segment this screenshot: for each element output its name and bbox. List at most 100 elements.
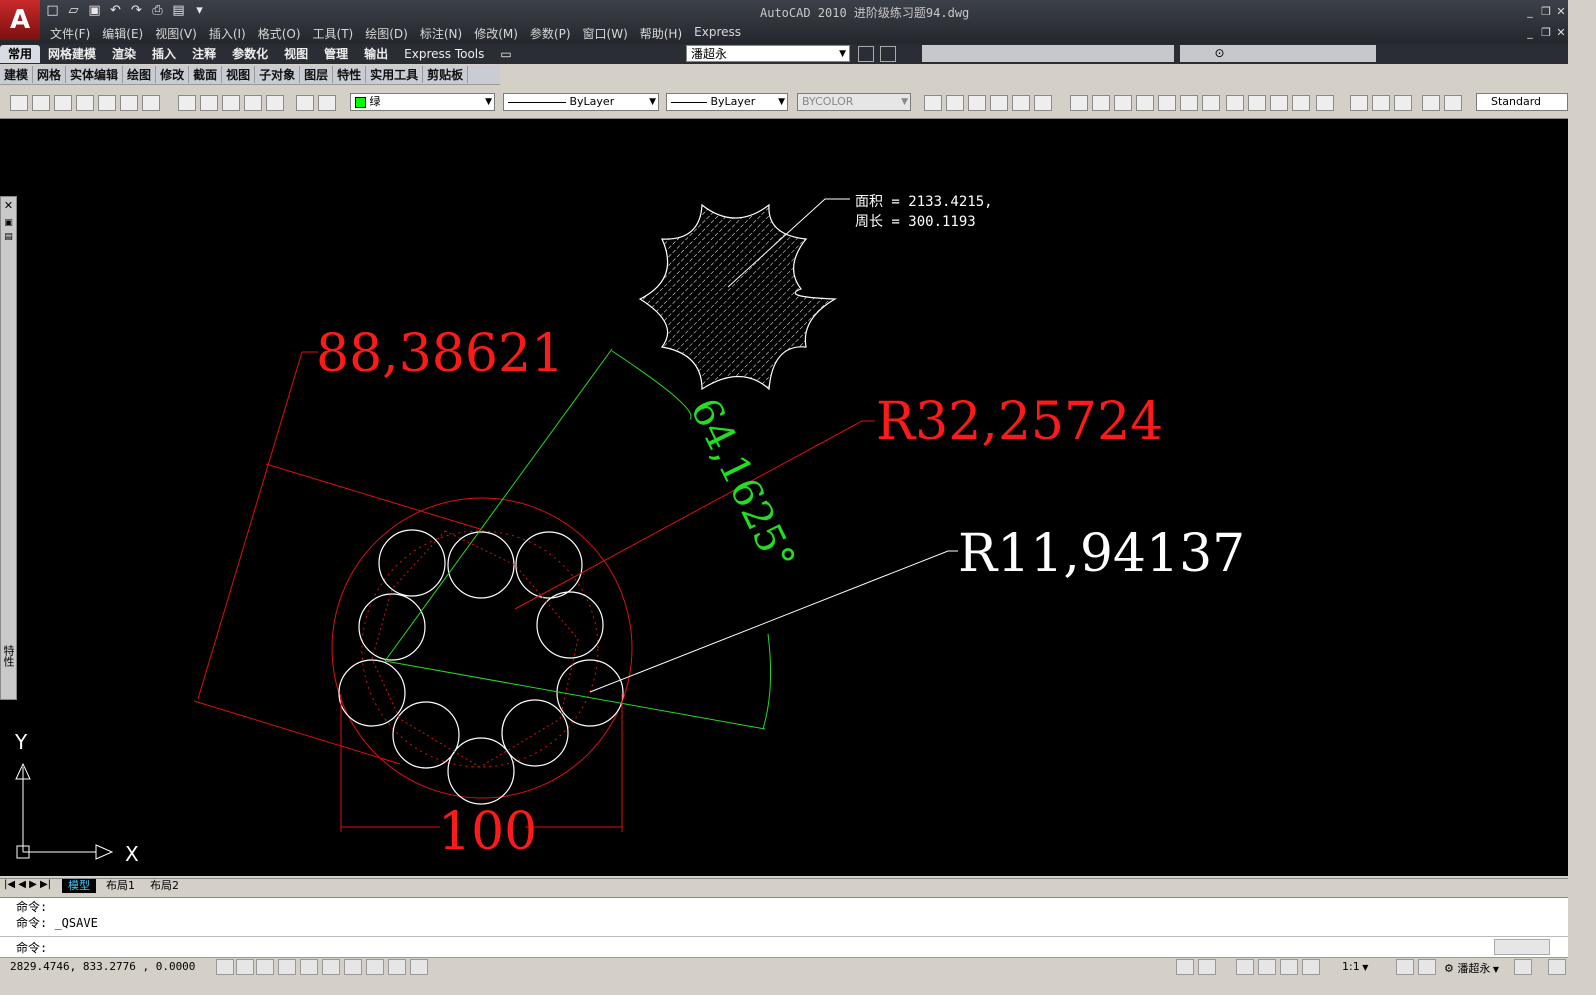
command-window[interactable]: 命令: 命令: _QSAVE 命令: xyxy=(0,897,1568,958)
cone-icon[interactable] xyxy=(76,95,94,111)
gear-icon[interactable] xyxy=(858,46,874,62)
aligned-dimension[interactable] xyxy=(193,351,481,765)
redo-icon[interactable]: ↷ xyxy=(128,3,145,19)
constraint-tangent-icon[interactable] xyxy=(1136,95,1154,111)
dynamic-ucs-icon[interactable] xyxy=(344,959,362,975)
menu-tools[interactable]: 工具(T) xyxy=(313,25,366,43)
doc-restore-icon[interactable]: ❐ xyxy=(1540,27,1552,39)
panel-properties[interactable]: 特性 xyxy=(333,66,367,83)
object-snap-tracking-icon[interactable] xyxy=(322,959,340,975)
dim-linear-icon[interactable] xyxy=(924,95,942,111)
tab-model[interactable]: 模型 xyxy=(62,879,96,893)
small-circle[interactable] xyxy=(378,529,446,597)
auto-scale-icon[interactable] xyxy=(1418,959,1436,975)
menu-format[interactable]: 格式(O) xyxy=(258,25,313,43)
plot-preview-icon[interactable]: ▤ xyxy=(170,3,187,19)
tab-manage[interactable]: 管理 xyxy=(316,45,356,63)
lock-icon[interactable] xyxy=(1316,95,1334,111)
panel-subobject[interactable]: 子对象 xyxy=(255,66,301,83)
subtract-icon[interactable] xyxy=(200,95,218,111)
dynamic-input-icon[interactable] xyxy=(366,959,384,975)
command-input[interactable]: 命令: xyxy=(16,939,47,956)
text-style-select[interactable]: Standard xyxy=(1476,93,1568,111)
menu-file[interactable]: 文件(F) xyxy=(50,25,102,43)
undo-icon[interactable]: ↶ xyxy=(107,3,124,19)
small-circle[interactable] xyxy=(447,531,515,599)
panel-modify[interactable]: 修改 xyxy=(156,66,190,83)
dim-diameter-icon[interactable] xyxy=(1034,95,1052,111)
qat-dropdown-icon[interactable]: ▾ xyxy=(191,3,208,19)
slice-icon[interactable] xyxy=(266,95,284,111)
grid-display-icon[interactable] xyxy=(236,959,254,975)
menu-window[interactable]: 窗口(W) xyxy=(583,25,640,43)
box-icon[interactable] xyxy=(10,95,28,111)
extrude-icon[interactable] xyxy=(244,95,262,111)
panel-section[interactable]: 截面 xyxy=(189,66,223,83)
menu-modify[interactable]: 修改(M) xyxy=(474,25,530,43)
tab-output[interactable]: 输出 xyxy=(356,45,396,63)
tab-express-tools[interactable]: Express Tools xyxy=(396,45,492,63)
menu-insert[interactable]: 插入(I) xyxy=(209,25,258,43)
ribbon-minimize-icon[interactable]: ▭ xyxy=(492,45,519,63)
menu-parametric[interactable]: 参数(P) xyxy=(530,25,583,43)
menu-view[interactable]: 视图(V) xyxy=(155,25,209,43)
hatched-star-region[interactable] xyxy=(638,203,838,391)
spline-icon[interactable] xyxy=(1350,95,1368,111)
tab-view[interactable]: 视图 xyxy=(276,45,316,63)
close-icon[interactable]: ✕ xyxy=(1,199,16,212)
tab-scroll-arrows[interactable]: |◀ ◀ ▶ ▶| xyxy=(4,879,51,890)
application-menu-button[interactable]: A xyxy=(0,0,40,40)
constraint-symmetric-icon[interactable] xyxy=(1270,95,1288,111)
minimize-icon[interactable]: _ xyxy=(1524,6,1536,18)
doc-minimize-icon[interactable]: _ xyxy=(1524,27,1536,39)
text-icon[interactable] xyxy=(1444,95,1462,111)
quick-view-layouts-icon[interactable] xyxy=(1198,959,1216,975)
quick-properties-icon[interactable] xyxy=(410,959,428,975)
command-scrollbar[interactable] xyxy=(1494,939,1550,955)
constraint-perpendicular-icon[interactable] xyxy=(1070,95,1088,111)
small-circle[interactable] xyxy=(447,737,515,805)
pan-icon[interactable] xyxy=(1236,959,1254,975)
plot-icon[interactable]: ⎙ xyxy=(149,3,166,19)
lineweight-icon[interactable] xyxy=(388,959,406,975)
outer-circle[interactable] xyxy=(331,497,633,799)
model-space-icon[interactable] xyxy=(1176,959,1194,975)
snap-mode-icon[interactable] xyxy=(216,959,234,975)
workspace-switching[interactable]: ⚙ 潘超永 ▼ xyxy=(1444,960,1499,976)
showmotion-icon[interactable] xyxy=(1302,959,1320,975)
constraint-coincident-icon[interactable] xyxy=(1248,95,1266,111)
polar-tracking-icon[interactable] xyxy=(278,959,296,975)
constraint-horizontal-icon[interactable] xyxy=(1180,95,1198,111)
torus-icon[interactable] xyxy=(142,95,160,111)
wedge-icon[interactable] xyxy=(32,95,50,111)
ortho-mode-icon[interactable] xyxy=(256,959,274,975)
panel-clipboard[interactable]: 剪贴板 xyxy=(423,66,469,83)
panel-layers[interactable]: 图层 xyxy=(300,66,334,83)
small-circle[interactable] xyxy=(501,699,569,767)
tab-render[interactable]: 渲染 xyxy=(104,45,144,63)
tab-insert[interactable]: 插入 xyxy=(144,45,184,63)
constraint-smooth-icon[interactable] xyxy=(1158,95,1176,111)
menu-dimension[interactable]: 标注(N) xyxy=(420,25,474,43)
small-circle[interactable] xyxy=(556,659,624,727)
panel-solid-editing[interactable]: 实体编辑 xyxy=(66,66,124,83)
menu-express[interactable]: Express xyxy=(694,25,753,43)
fillet-edge-icon[interactable] xyxy=(296,95,314,111)
tab-mesh-modeling[interactable]: 网格建模 xyxy=(40,45,104,63)
panel-draw[interactable]: 绘图 xyxy=(123,66,157,83)
annotation-scale[interactable]: 1:1 ▼ xyxy=(1342,960,1368,973)
constraint-equal-icon[interactable] xyxy=(1292,95,1310,111)
properties-palette[interactable]: ✕ ▣ ▤ 特性 xyxy=(0,196,17,700)
small-circle[interactable] xyxy=(515,531,583,599)
linetype-select[interactable]: ByLayer ▼ xyxy=(503,93,659,111)
small-circle[interactable] xyxy=(338,659,406,727)
restore-icon[interactable]: ❐ xyxy=(1540,6,1552,18)
palette-menu-icon[interactable]: ▤ xyxy=(1,232,16,242)
dim-arc-icon[interactable] xyxy=(990,95,1008,111)
panel-utilities[interactable]: 实用工具 xyxy=(366,66,424,83)
panel-view[interactable]: 视图 xyxy=(222,66,256,83)
palette-autohide-icon[interactable]: ▣ xyxy=(1,218,16,228)
small-circle[interactable] xyxy=(358,593,426,661)
constraint-parallel-icon[interactable] xyxy=(1092,95,1110,111)
menu-help[interactable]: 帮助(H) xyxy=(640,25,694,43)
